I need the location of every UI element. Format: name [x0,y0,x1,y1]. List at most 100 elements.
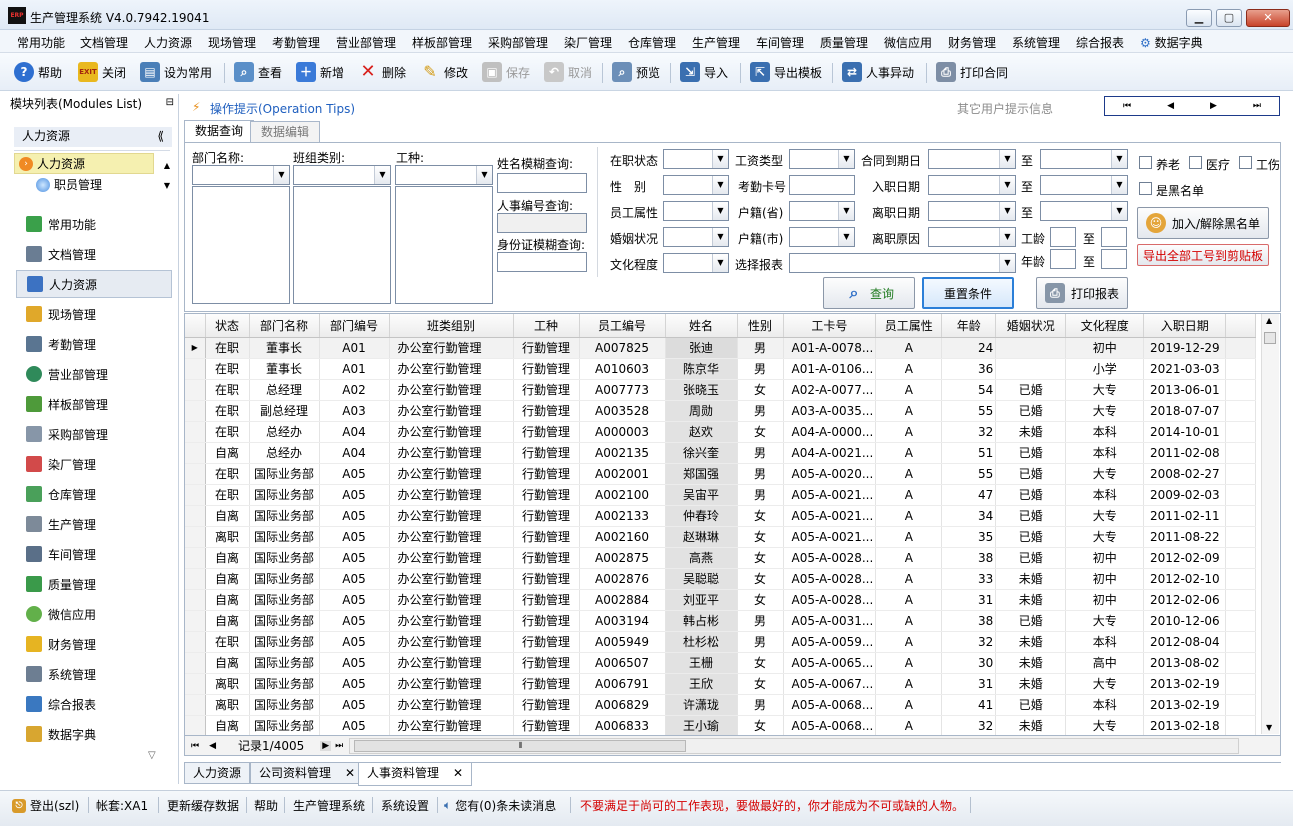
table-cell[interactable]: 32 [941,715,997,735]
row-indicator[interactable] [185,715,206,735]
table-row[interactable]: 自离 国际业务部 A05 办公室行勤管理 行勤管理 A002884 刘亚平女 A05-A-00… [185,589,1257,611]
table-cell[interactable]: A [875,652,943,674]
column-header[interactable]: 性别 [737,314,784,338]
table-cell[interactable]: 男 [737,463,784,485]
table-cell[interactable]: A007773 [579,379,666,401]
column-header[interactable]: 入职日期 [1143,314,1227,338]
export-template-button[interactable]: ⇱ 导出模板 [750,61,822,83]
tree-scroll-up-icon[interactable]: ▲ [164,161,170,170]
table-cell[interactable]: 王欣 [665,673,738,695]
table-cell[interactable]: 办公室行勤管理 [389,610,514,632]
table-cell[interactable]: 大专 [1065,715,1145,735]
column-header[interactable]: 年龄 [941,314,997,338]
nav-warehouse[interactable]: 仓库管理 [16,480,172,508]
table-cell[interactable]: 2013-02-19 [1143,673,1227,695]
nav-last-icon[interactable]: ⏭ [335,741,343,751]
table-cell[interactable]: 2021-03-03 [1143,358,1227,380]
table-cell[interactable]: 国际业务部 [249,568,320,590]
set-common-button[interactable]: ▤ 设为常用 [140,61,212,83]
table-cell[interactable]: 在职 [205,400,250,422]
menu-reports[interactable]: 综合报表 [1076,34,1124,51]
pager-prev-icon[interactable]: ◀ [1167,101,1174,111]
table-cell[interactable]: 行勤管理 [513,505,580,527]
table-cell[interactable]: 小学 [1065,358,1145,380]
table-cell[interactable]: A002001 [579,463,666,485]
table-cell[interactable]: 韩占彬 [665,610,738,632]
column-header[interactable]: 状态 [205,314,250,338]
row-indicator[interactable] [185,358,206,380]
table-cell[interactable]: 大专 [1065,505,1145,527]
table-cell[interactable]: 2008-02-27 [1143,463,1227,485]
nav-reports[interactable]: 综合报表 [16,690,172,718]
menu-warehouse[interactable]: 仓库管理 [628,34,676,51]
table-cell[interactable]: A05 [319,610,390,632]
table-cell[interactable]: 女 [737,652,784,674]
seniority-to[interactable] [1101,227,1127,247]
table-cell[interactable]: 自离 [205,652,250,674]
table-cell[interactable]: 大专 [1065,526,1145,548]
status-select[interactable]: ▼ [663,149,729,169]
column-header[interactable]: 文化程度 [1065,314,1145,338]
table-cell[interactable]: 国际业务部 [249,631,320,653]
table-cell[interactable]: A01 [319,358,390,380]
table-row[interactable]: 在职 国际业务部 A05 办公室行勤管理 行勤管理 A002100 吴宙平男 A05-A-00… [185,484,1257,506]
report-select[interactable]: ▼ [789,253,1016,273]
table-cell[interactable]: 女 [737,715,784,735]
table-cell[interactable]: A05-A-0067... [783,673,877,695]
table-cell[interactable]: A02-A-0077... [783,379,877,401]
nav-wechat[interactable]: 微信应用 [16,600,172,628]
table-cell[interactable]: A04 [319,442,390,464]
column-header[interactable]: 员工编号 [579,314,666,338]
table-cell[interactable]: A04-A-0000... [783,421,877,443]
table-cell[interactable]: A05-A-0028... [783,589,877,611]
nav-documents[interactable]: 文档管理 [16,240,172,268]
menu-dictionary[interactable]: ⚙ 数据字典 [1140,34,1203,51]
table-cell[interactable]: 行勤管理 [513,652,580,674]
table-cell[interactable]: 大专 [1065,379,1145,401]
pin-icon[interactable]: ⊟ [166,97,174,108]
column-header[interactable]: 部门编号 [319,314,390,338]
table-cell[interactable]: 离职 [205,694,250,716]
table-cell[interactable]: A05 [319,505,390,527]
table-cell[interactable]: 许潇珑 [665,694,738,716]
menu-purchase[interactable]: 采购部管理 [488,34,548,51]
injury-checkbox[interactable] [1239,156,1252,169]
table-cell[interactable]: 33 [941,568,997,590]
table-cell[interactable]: A05 [319,526,390,548]
minimize-button[interactable]: ▁ [1186,9,1212,27]
column-header[interactable]: 班类组别 [389,314,514,338]
table-cell[interactable]: 31 [941,589,997,611]
entry-date-from[interactable]: ▼ [928,175,1016,195]
name-fuzzy-input[interactable] [497,173,587,193]
table-cell[interactable]: 女 [737,379,784,401]
table-cell[interactable]: 行勤管理 [513,694,580,716]
row-indicator[interactable] [185,442,206,464]
table-cell[interactable]: 刘亚平 [665,589,738,611]
table-cell[interactable]: 女 [737,526,784,548]
scroll-down-icon[interactable]: ▼ [1266,723,1272,732]
table-cell[interactable]: 2011-02-08 [1143,442,1227,464]
nav-next-icon[interactable]: ▶ [320,740,332,751]
attr-select[interactable]: ▼ [663,201,729,221]
table-cell[interactable]: 大专 [1065,673,1145,695]
table-cell[interactable]: 本科 [1065,631,1145,653]
table-row[interactable]: 自离 国际业务部 A05 办公室行勤管理 行勤管理 A002133 仲春玲女 A05-A-00… [185,505,1257,527]
table-cell[interactable]: 初中 [1065,547,1145,569]
table-cell[interactable]: 王小瑜 [665,715,738,735]
maximize-button[interactable]: ▢ [1216,9,1242,27]
education-select[interactable]: ▼ [663,253,729,273]
menu-hr[interactable]: 人力资源 [144,34,192,51]
table-cell[interactable]: 行勤管理 [513,610,580,632]
close-icon[interactable]: ✕ [453,766,463,780]
table-row[interactable]: ▶ 在职 董事长 A01 办公室行勤管理 行勤管理 A007825 张迪男 A01-A-0078… [185,337,1257,359]
query-button[interactable]: ⌕ 查询 [823,277,915,309]
table-cell[interactable]: 初中 [1065,568,1145,590]
table-cell[interactable]: A [875,715,943,735]
table-cell[interactable]: 32 [941,421,997,443]
table-cell[interactable]: 行勤管理 [513,589,580,611]
table-cell[interactable]: 未婚 [995,568,1067,590]
table-cell[interactable]: 办公室行勤管理 [389,526,514,548]
print-contract-button[interactable]: ⎙ 打印合同 [936,61,1008,83]
menu-production[interactable]: 生产管理 [692,34,740,51]
table-row[interactable]: 在职 国际业务部 A05 办公室行勤管理 行勤管理 A002001 郑国强男 A05-A-00… [185,463,1257,485]
